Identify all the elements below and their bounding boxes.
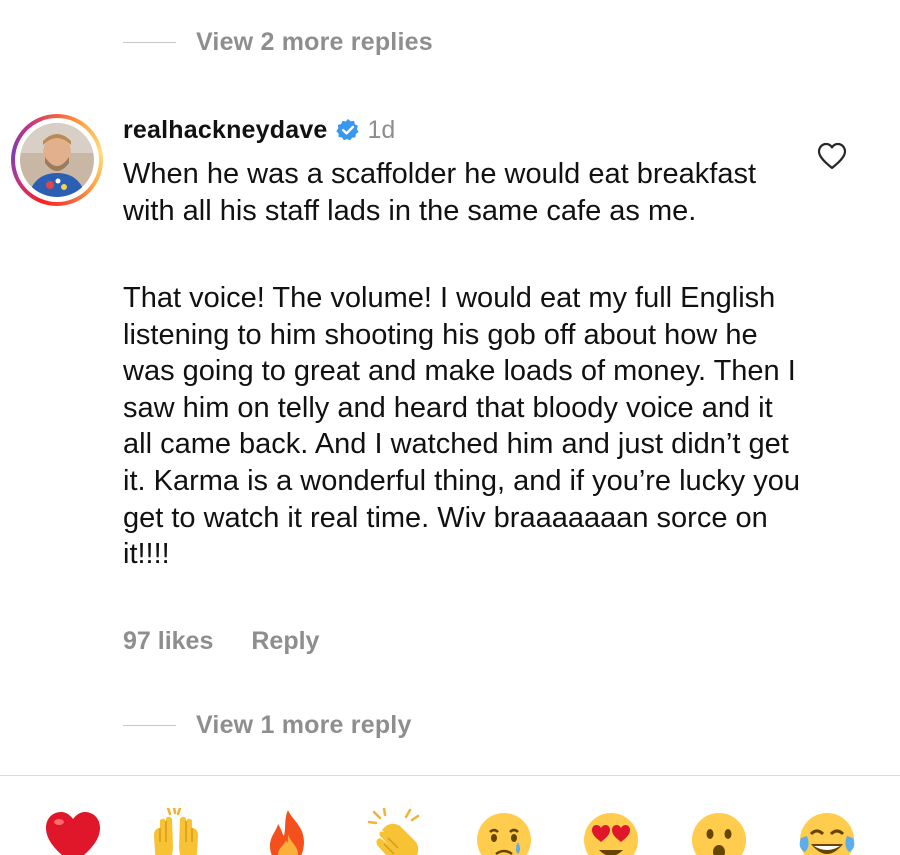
avatar[interactable]: [20, 123, 94, 197]
comment-actions: 97 likes Reply: [123, 627, 319, 656]
surprised-face-emoji-icon[interactable]: [689, 808, 749, 855]
emoji-reaction-bar: [0, 808, 900, 855]
view-more-replies-label: View 1 more reply: [196, 711, 412, 739]
heart-outline-icon[interactable]: [817, 142, 847, 170]
clapping-hands-emoji-icon[interactable]: [366, 808, 426, 855]
comment-timestamp: 1d: [367, 115, 396, 144]
reply-thread-line: [123, 41, 176, 44]
comment-text-paragraph-1: When he was a scaffolder he would eat br…: [123, 158, 757, 227]
comment-likes-count[interactable]: 97 likes: [123, 627, 213, 656]
avatar-image: [20, 123, 94, 197]
verified-badge-icon: [335, 119, 359, 141]
crying-face-emoji-icon[interactable]: [474, 808, 534, 855]
reply-thread-line: [123, 724, 176, 727]
view-more-replies-button[interactable]: View 1 more reply: [123, 711, 412, 740]
heart-emoji-icon[interactable]: [43, 808, 103, 855]
comment-text-paragraph-2: That voice! The volume! I would eat my f…: [123, 282, 800, 571]
tears-of-joy-emoji-icon[interactable]: [797, 808, 857, 855]
divider: [0, 775, 900, 776]
comment-username[interactable]: realhackneydave: [123, 116, 328, 145]
view-more-replies-label: View 2 more replies: [196, 28, 433, 56]
fire-emoji-icon[interactable]: [258, 808, 318, 855]
view-more-replies-button[interactable]: View 2 more replies: [123, 28, 433, 57]
reply-button[interactable]: Reply: [251, 627, 319, 656]
comment-header: realhackneydave 1d: [123, 114, 395, 146]
avatar-story-ring[interactable]: [11, 114, 103, 206]
raised-hands-emoji-icon[interactable]: [146, 808, 206, 855]
heart-eyes-emoji-icon[interactable]: [581, 808, 641, 855]
